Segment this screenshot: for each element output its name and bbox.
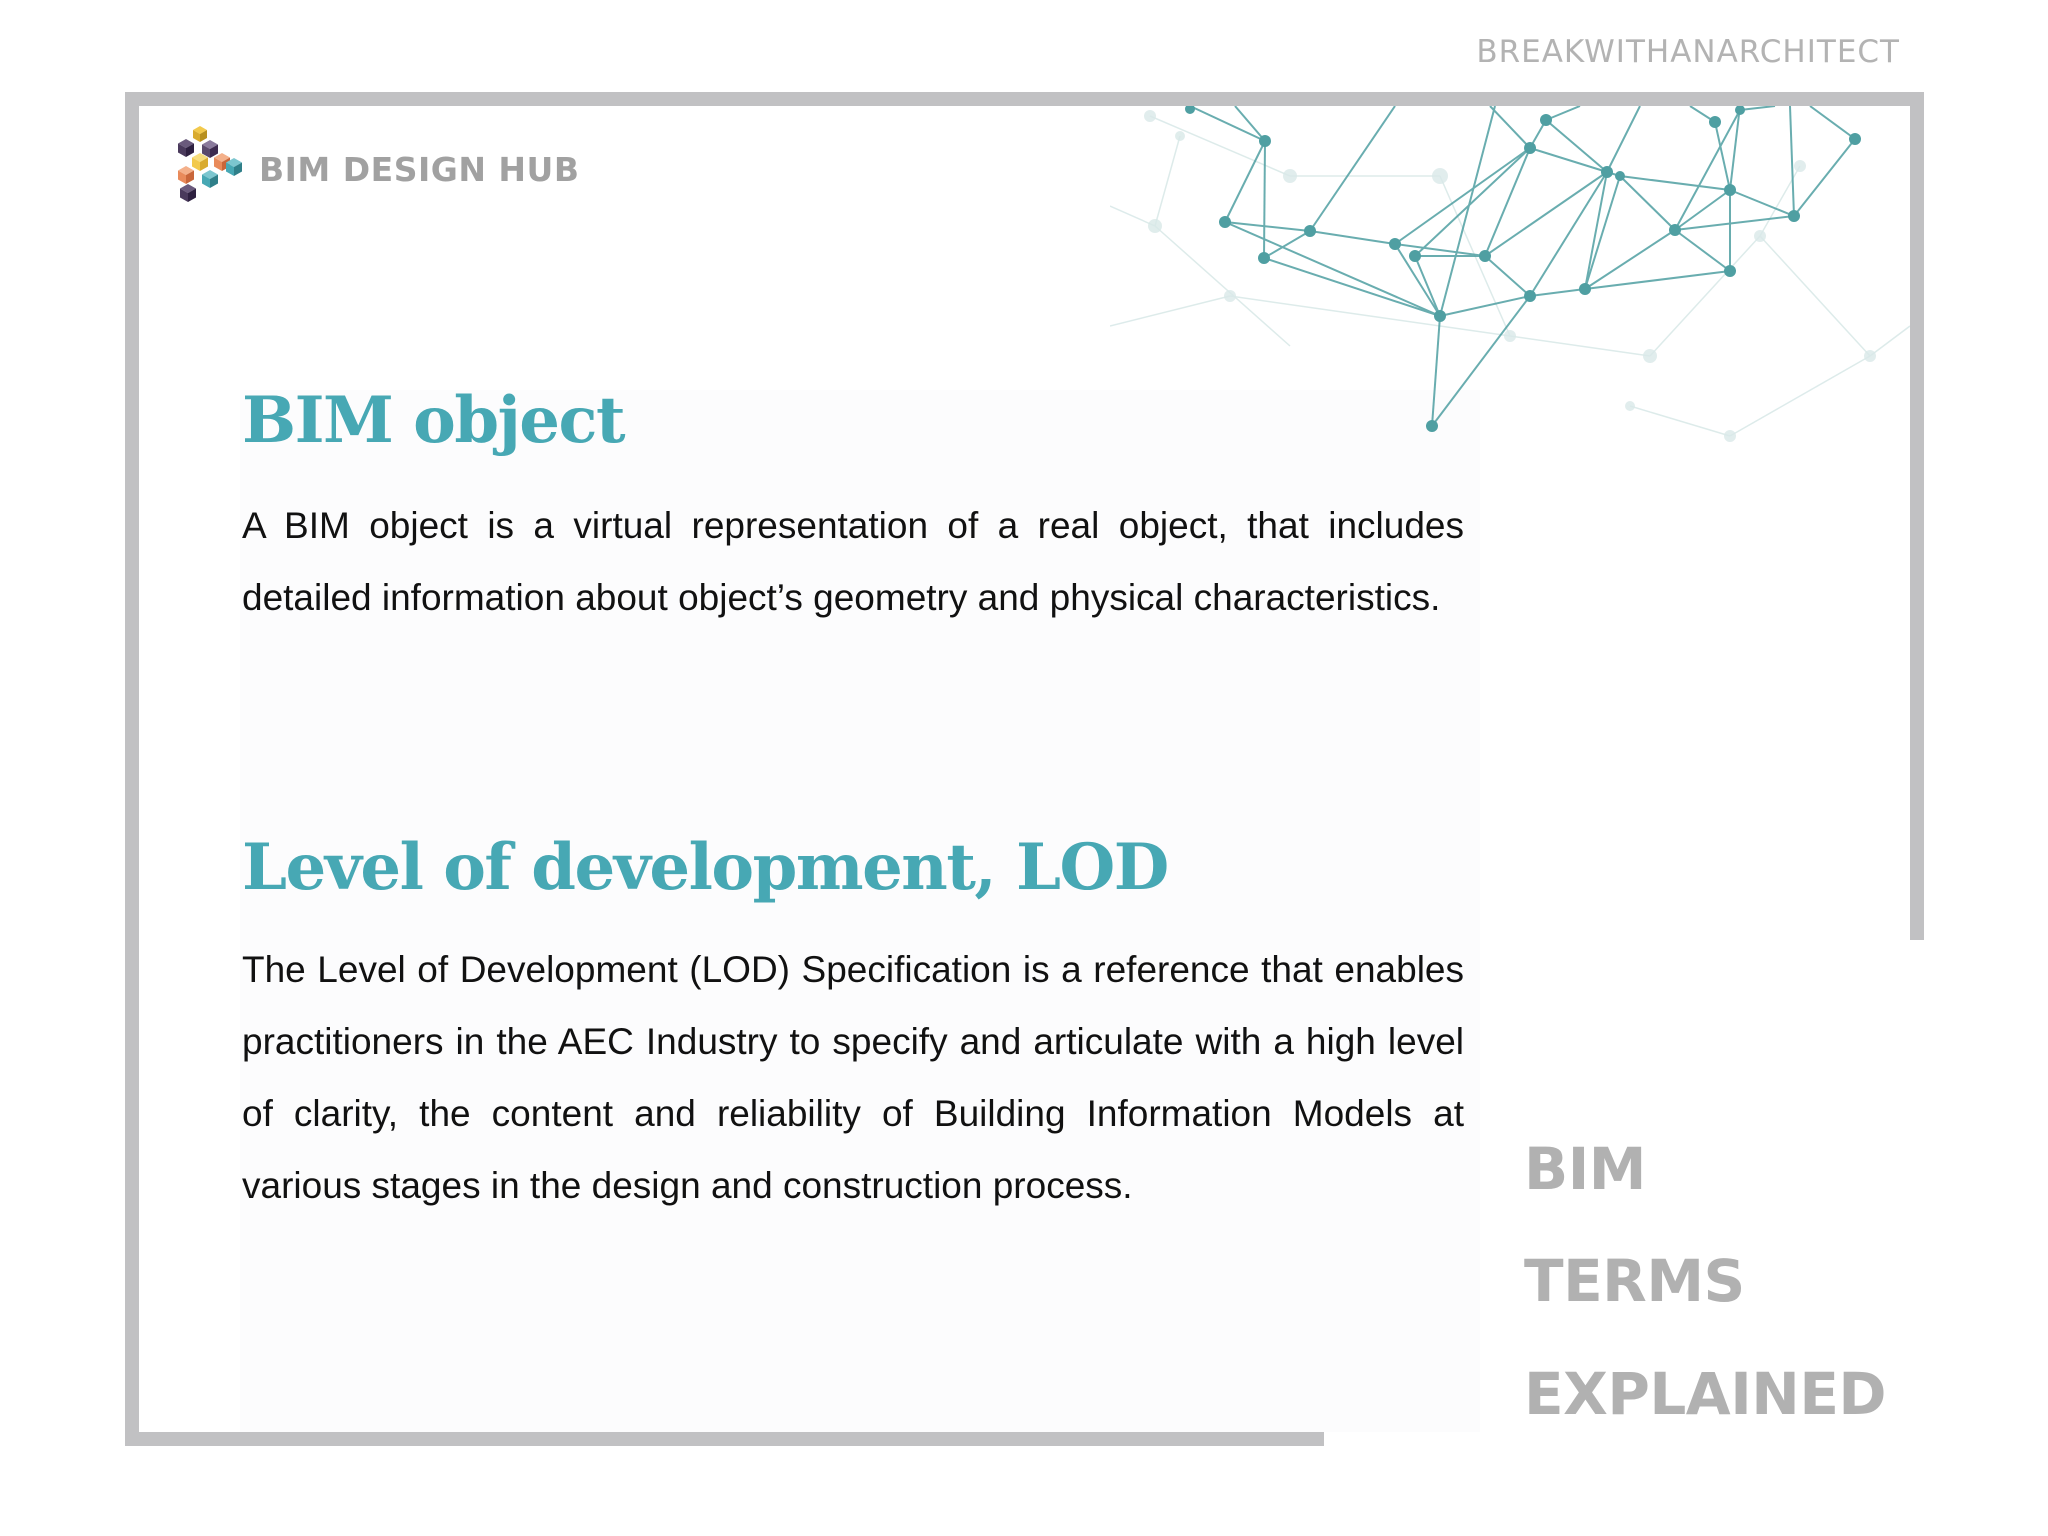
frame-left-border [125,92,139,1446]
side-title-line-1: BIM [1524,1135,1647,1203]
section-title-lod: Level of development, LOD [242,830,1169,905]
section-body-lod: The Level of Development (LOD) Specifica… [242,949,1464,1206]
section-title-bim-object: BIM object [242,383,626,458]
stacked-cubes-logo-icon [178,126,242,202]
frame-top-border [125,92,1924,106]
watermark-text: BREAKWITHANARCHITECT [1476,34,1900,70]
network-graph-icon [1110,106,1910,442]
side-title-line-3: EXPLAINED [1524,1360,1887,1428]
slide-page: BREAKWITHANARCHITECT BIM DESIGN HUB BIM … [0,0,2048,1536]
side-title-line-2: TERMS [1524,1247,1745,1315]
frame-bottom-border [125,1432,1324,1446]
frame-right-border [1910,92,1924,940]
brand-name: BIM DESIGN HUB [259,150,580,189]
network-lines [1189,106,1856,427]
faint-network-lines [1110,115,1910,437]
section-body-bim-object: A BIM object is a virtual representation… [242,505,1464,618]
